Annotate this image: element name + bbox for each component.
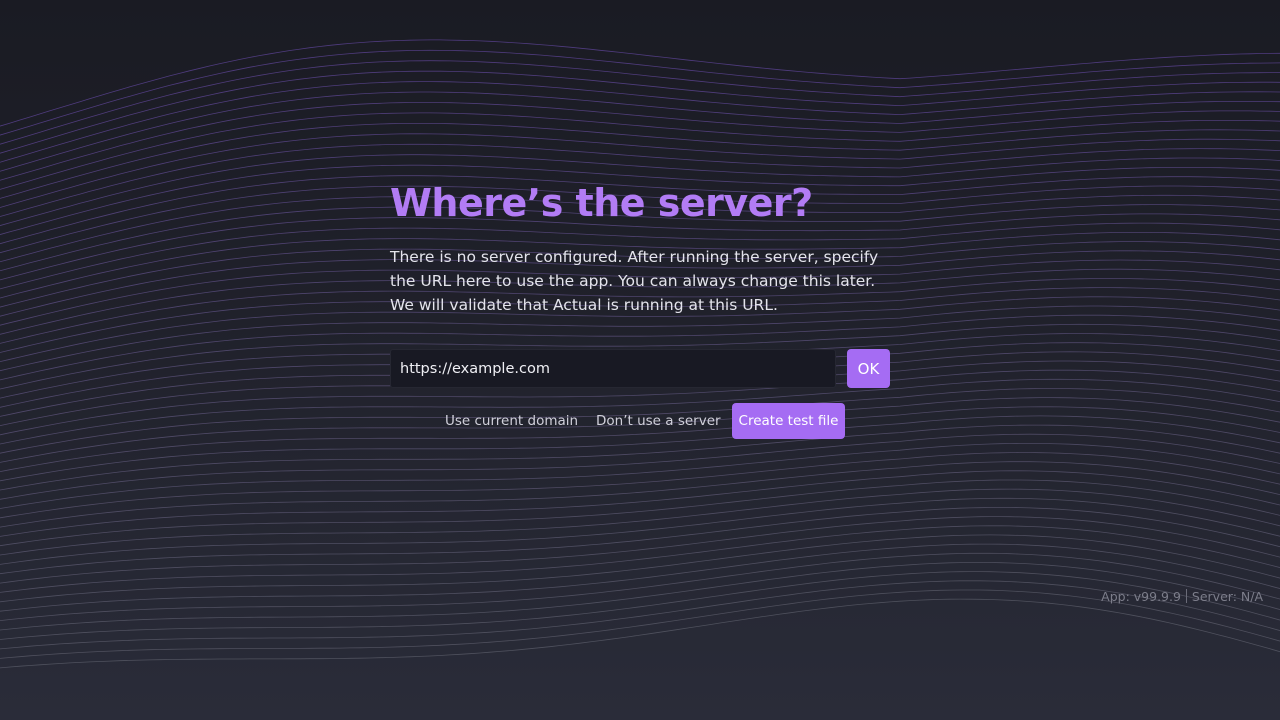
wave-line bbox=[0, 488, 1280, 556]
use-current-domain-button[interactable]: Use current domain bbox=[445, 403, 578, 439]
server-version: Server: N/A bbox=[1191, 589, 1263, 604]
wave-line bbox=[0, 580, 1280, 650]
wave-line bbox=[0, 534, 1280, 603]
wave-line bbox=[0, 60, 1280, 145]
wave-line bbox=[0, 571, 1280, 640]
wave-line bbox=[0, 443, 1280, 509]
app-version: App: v99.9.9 bbox=[1101, 589, 1181, 604]
page-description: There is no server configured. After run… bbox=[390, 248, 879, 314]
wave-line bbox=[0, 561, 1280, 631]
wave-line bbox=[0, 91, 1280, 172]
wave-line bbox=[0, 543, 1280, 612]
server-url-input[interactable] bbox=[390, 349, 836, 388]
version-separator bbox=[1185, 589, 1187, 603]
wave-line bbox=[0, 39, 1280, 127]
server-options: Use current domain Don’t use a server Cr… bbox=[390, 403, 890, 439]
wave-line bbox=[0, 70, 1280, 154]
wave-line bbox=[0, 461, 1280, 528]
version-info: App: v99.9.9 Server: N/A bbox=[1101, 589, 1263, 604]
dont-use-server-button[interactable]: Don’t use a server bbox=[596, 403, 721, 439]
server-setup-panel: Where’s the server? There is no server c… bbox=[390, 178, 890, 439]
wave-line bbox=[0, 598, 1280, 669]
server-url-row: OK bbox=[390, 349, 890, 388]
wave-line bbox=[0, 470, 1280, 537]
wave-line bbox=[0, 589, 1280, 659]
page-title: Where’s the server? bbox=[390, 181, 813, 225]
wave-line bbox=[0, 81, 1280, 163]
wave-line bbox=[0, 102, 1280, 181]
create-test-file-button[interactable]: Create test file bbox=[732, 403, 845, 439]
wave-line bbox=[0, 497, 1280, 565]
ok-button[interactable]: OK bbox=[847, 349, 890, 388]
